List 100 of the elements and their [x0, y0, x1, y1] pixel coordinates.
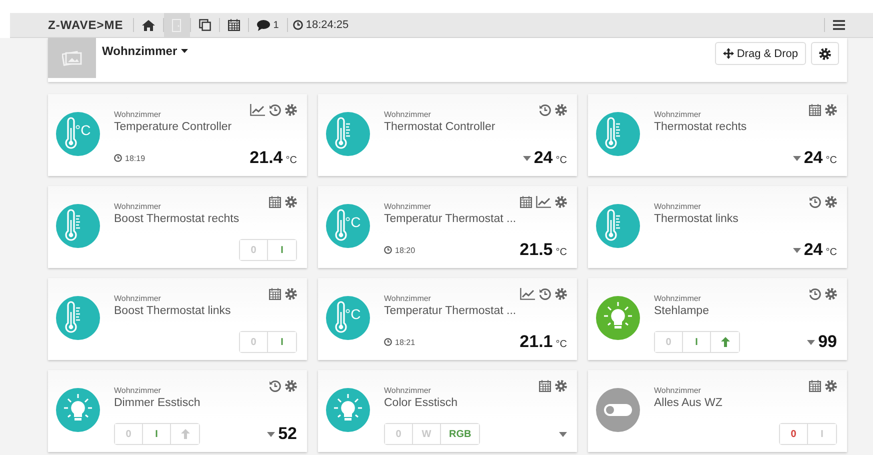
- device-name: Thermostat Controller: [384, 120, 496, 134]
- device-room: Wohnzimmer: [654, 386, 702, 396]
- calendar-icon[interactable]: [809, 380, 821, 392]
- device-room: Wohnzimmer: [384, 294, 432, 304]
- value-unit: °C: [826, 154, 837, 166]
- calendar-icon[interactable]: [809, 104, 821, 116]
- settings-icon[interactable]: [285, 288, 297, 300]
- device-value: 24: [534, 148, 553, 168]
- value-unit: °C: [556, 246, 567, 258]
- time-text: 18:21: [395, 338, 416, 346]
- device-room: Wohnzimmer: [114, 386, 162, 396]
- device-name: Boost Thermostat links: [114, 304, 232, 318]
- caret-icon[interactable]: [792, 156, 801, 160]
- thermometer-icon: °C: [56, 112, 100, 156]
- thermometer-icon: °C: [326, 204, 370, 248]
- history-icon[interactable]: [539, 104, 551, 116]
- device-room: Wohnzimmer: [384, 202, 432, 212]
- clock-icon: [384, 338, 392, 346]
- thermometer-icon: °C: [326, 296, 370, 340]
- device-value: 21.4: [250, 148, 283, 168]
- device-value: 99: [818, 332, 837, 352]
- move-icon: [722, 48, 734, 59]
- calendar-icon[interactable]: [269, 196, 281, 208]
- settings-icon[interactable]: [555, 288, 567, 300]
- chart-icon[interactable]: [250, 104, 265, 116]
- device-name: Alles Aus WZ: [654, 396, 724, 410]
- settings-icon: [819, 48, 831, 60]
- device-name: Boost Thermostat rechts: [114, 212, 240, 226]
- caret-icon[interactable]: [792, 248, 801, 252]
- chat-icon: [257, 20, 270, 30]
- value-unit: °C: [286, 154, 297, 166]
- device-value: 21.1: [520, 332, 553, 352]
- settings-icon[interactable]: [825, 104, 837, 116]
- device-name: Temperature Controller: [114, 120, 233, 134]
- time-text: 18:20: [395, 246, 416, 254]
- picture-icon: [62, 50, 82, 66]
- settings-icon[interactable]: [825, 380, 837, 392]
- caret-icon: [181, 49, 188, 53]
- caret-icon[interactable]: [522, 156, 531, 160]
- history-icon[interactable]: [809, 288, 821, 300]
- history-icon[interactable]: [539, 288, 551, 300]
- clock-icon: [384, 246, 392, 254]
- device-name: Thermostat links: [654, 212, 740, 226]
- device-value: 21.5: [520, 240, 553, 260]
- calendar-icon: [228, 19, 240, 31]
- device-name: Thermostat rechts: [654, 120, 748, 134]
- device-name: Stehlampe: [654, 304, 710, 318]
- messages-button[interactable]: 1: [249, 13, 287, 37]
- calendar-icon[interactable]: [520, 196, 532, 208]
- device-value: 24: [804, 240, 823, 260]
- clock-icon: [292, 20, 303, 30]
- settings-icon[interactable]: [555, 104, 567, 116]
- arrow-up-icon: [180, 429, 190, 439]
- caret-icon[interactable]: [559, 432, 567, 436]
- copy-icon: [199, 19, 212, 31]
- chart-icon[interactable]: [536, 196, 551, 208]
- clock-icon: [114, 154, 122, 162]
- caret-icon[interactable]: [267, 432, 276, 436]
- settings-icon[interactable]: [825, 288, 837, 300]
- room-dropdown[interactable]: Wohnzimmer: [102, 44, 188, 58]
- history-icon[interactable]: [269, 104, 281, 116]
- home-icon: [142, 20, 156, 30]
- settings-icon[interactable]: [825, 196, 837, 208]
- value-unit: °C: [556, 154, 567, 166]
- device-room: Wohnzimmer: [114, 110, 162, 120]
- clock-time: 18:24:25: [306, 19, 349, 31]
- history-icon[interactable]: [269, 380, 281, 392]
- caret-icon[interactable]: [807, 340, 816, 344]
- door-icon: [172, 18, 182, 32]
- settings-icon[interactable]: [555, 196, 567, 208]
- device-room: Wohnzimmer: [654, 202, 702, 212]
- device-room: Wohnzimmer: [654, 294, 702, 304]
- device-room: Wohnzimmer: [114, 294, 162, 304]
- drag-drop-button[interactable]: Drag & Drop: [714, 42, 806, 65]
- device-room: Wohnzimmer: [114, 202, 162, 212]
- chart-icon[interactable]: [520, 288, 535, 300]
- device-room: Wohnzimmer: [384, 386, 432, 396]
- calendar-icon[interactable]: [269, 288, 281, 300]
- menu-icon: [833, 20, 845, 30]
- device-name: Color Esstisch: [384, 396, 458, 410]
- settings-icon[interactable]: [285, 380, 297, 392]
- device-name: Dimmer Esstisch: [114, 396, 202, 410]
- settings-icon[interactable]: [555, 380, 567, 392]
- device-name: Temperatur Thermostat ...: [384, 304, 518, 318]
- settings-icon[interactable]: [285, 104, 297, 116]
- device-name: Temperatur Thermostat ...: [384, 212, 518, 226]
- device-room: Wohnzimmer: [654, 110, 702, 120]
- time-text: 18:19: [125, 154, 146, 162]
- switch-button[interactable]: 0: [780, 424, 808, 444]
- arrow-up-icon: [720, 337, 730, 347]
- value-unit: °C: [826, 246, 837, 258]
- settings-icon[interactable]: [285, 196, 297, 208]
- device-value: 52: [278, 424, 297, 444]
- value-unit: °C: [556, 338, 567, 350]
- device-value: 24: [804, 148, 823, 168]
- history-icon[interactable]: [809, 196, 821, 208]
- device-room: Wohnzimmer: [384, 110, 432, 120]
- settings-button[interactable]: [811, 42, 839, 65]
- logo[interactable]: Z-WAVE>ME: [48, 18, 124, 32]
- calendar-icon[interactable]: [539, 380, 551, 392]
